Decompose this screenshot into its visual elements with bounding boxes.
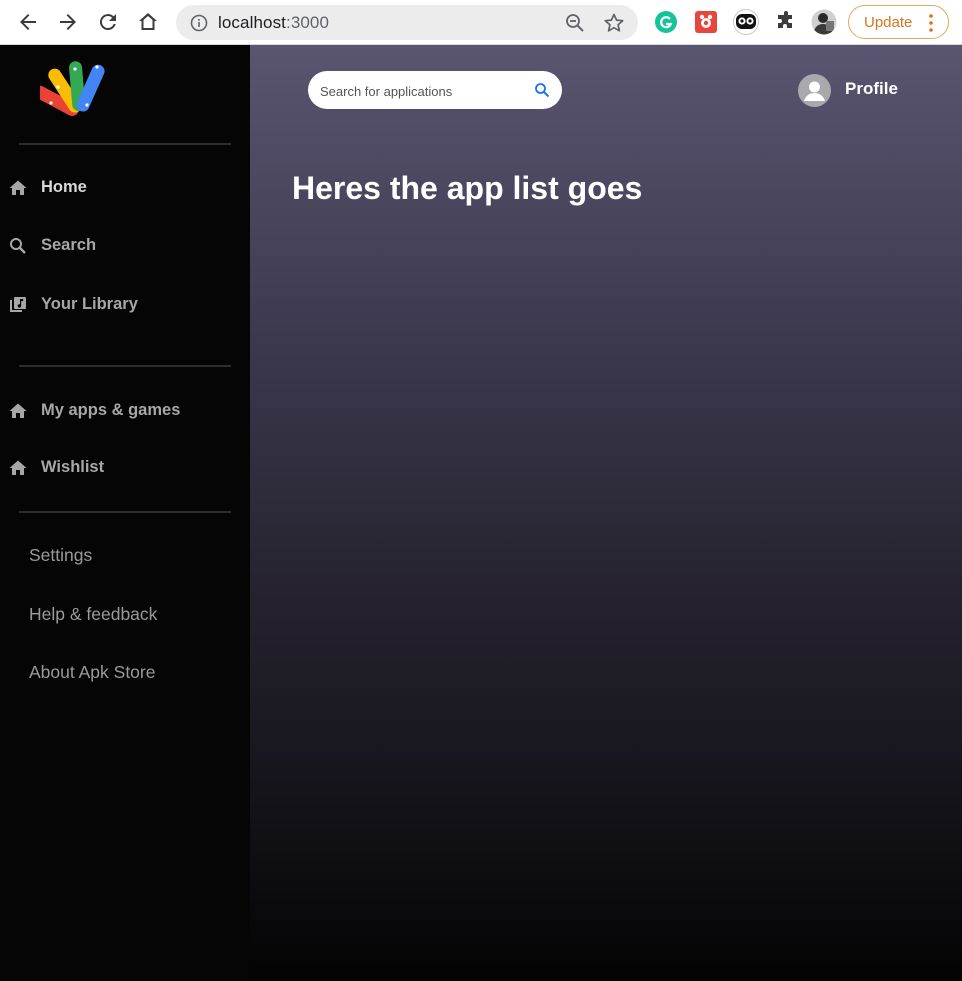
- owl-extension-icon[interactable]: [733, 9, 759, 35]
- search-icon: [8, 236, 28, 256]
- app-logo: [40, 61, 105, 116]
- home-icon: [8, 458, 28, 478]
- sidebar-item-label: Wishlist: [41, 458, 105, 476]
- more-vertical-icon: [929, 14, 933, 32]
- home-button[interactable]: [136, 10, 160, 34]
- settings-link[interactable]: Settings: [29, 545, 92, 566]
- home-icon: [139, 13, 157, 30]
- sidebar-item-home[interactable]: Home: [0, 168, 250, 208]
- sidebar-divider: [19, 365, 231, 367]
- reload-icon: [99, 14, 116, 31]
- help-feedback-link[interactable]: Help & feedback: [29, 604, 157, 625]
- sidebar-divider: [19, 511, 231, 513]
- url-text: localhost:3000: [218, 13, 329, 33]
- sidebar: Home Search Your Library My apps & games…: [0, 45, 250, 981]
- search-bar: [308, 71, 562, 109]
- main-content: Profile Heres the app list goes: [250, 45, 962, 981]
- bug-extension-icon[interactable]: [694, 10, 718, 34]
- sidebar-item-label: Search: [41, 236, 97, 254]
- profile-label: Profile: [845, 79, 898, 98]
- reload-button[interactable]: [96, 10, 120, 34]
- sidebar-item-label: Home: [41, 178, 87, 196]
- home-icon: [8, 178, 28, 198]
- browser-toolbar: localhost:3000 Update: [0, 0, 962, 45]
- info-circle-icon[interactable]: [189, 13, 209, 33]
- avatar: [798, 74, 831, 107]
- star-icon[interactable]: [603, 12, 625, 34]
- zoom-out-icon[interactable]: [564, 12, 586, 34]
- grammarly-icon[interactable]: [654, 10, 678, 34]
- sidebar-item-wishlist[interactable]: Wishlist: [0, 448, 250, 488]
- address-bar[interactable]: localhost:3000: [176, 5, 638, 40]
- library-icon: [8, 295, 28, 315]
- sidebar-divider: [19, 143, 231, 145]
- update-button[interactable]: Update: [848, 5, 949, 39]
- avatar[interactable]: [811, 9, 837, 35]
- back-button[interactable]: [16, 10, 40, 34]
- arrow-right-icon: [60, 14, 76, 30]
- forward-button[interactable]: [56, 10, 80, 34]
- url-host: localhost: [218, 13, 286, 32]
- update-label: Update: [864, 14, 913, 31]
- sidebar-item-search[interactable]: Search: [0, 226, 250, 266]
- about-link[interactable]: About Apk Store: [29, 662, 155, 683]
- search-input[interactable]: [318, 80, 522, 102]
- url-port: :3000: [286, 13, 330, 32]
- profile-button[interactable]: Profile: [798, 73, 948, 109]
- sidebar-item-library[interactable]: Your Library: [0, 285, 250, 325]
- arrow-left-icon: [20, 14, 36, 30]
- puzzle-icon[interactable]: [774, 10, 798, 34]
- sidebar-item-label: Your Library: [41, 295, 138, 313]
- sidebar-item-label: My apps & games: [41, 401, 181, 419]
- page-title: Heres the app list goes: [292, 170, 643, 206]
- home-icon: [8, 401, 28, 421]
- search-icon[interactable]: [534, 82, 550, 98]
- sidebar-item-my-apps[interactable]: My apps & games: [0, 391, 250, 431]
